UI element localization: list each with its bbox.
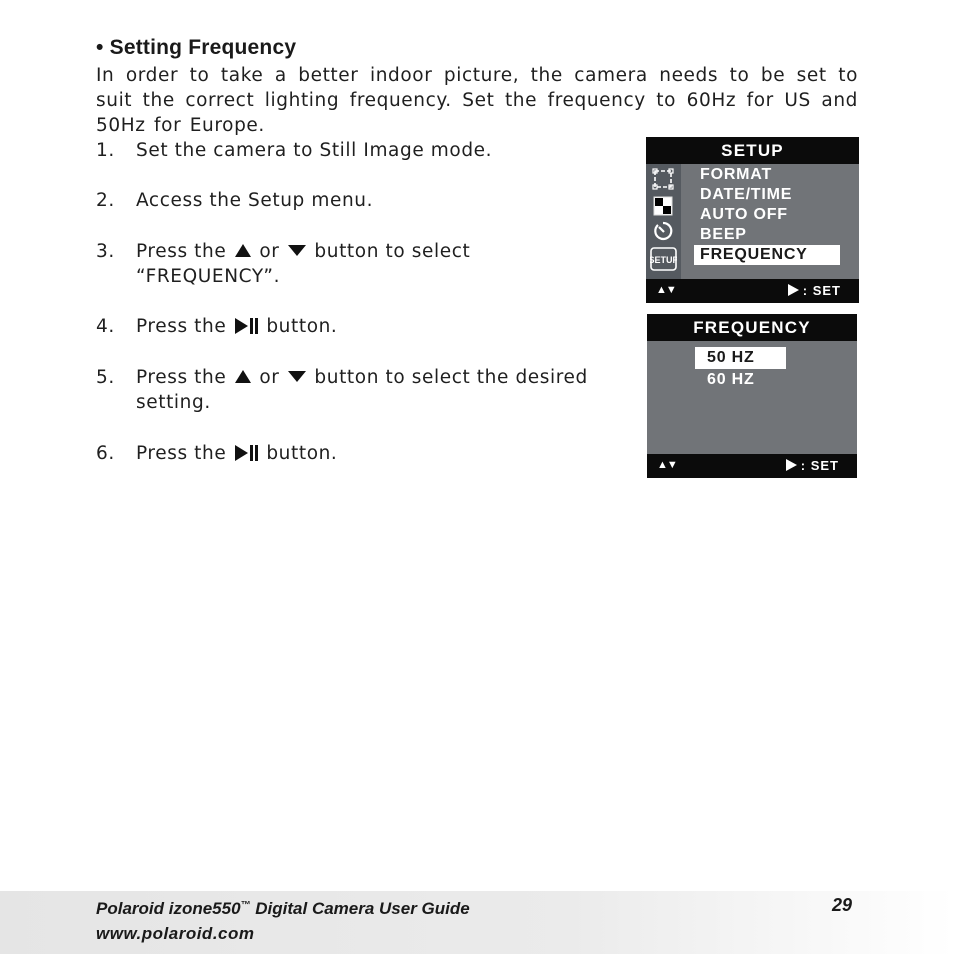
bullet: • <box>96 36 104 59</box>
setup-screen-title: SETUP <box>646 137 859 164</box>
svg-text:SETUP: SETUP <box>650 255 677 265</box>
step-text-pre: Press the <box>136 241 227 262</box>
setup-screen-footer: ▲▼ : SET <box>646 279 859 303</box>
play-icon <box>787 284 799 296</box>
frequency-screen-footer: ▲▼ : SET <box>647 454 857 478</box>
step-text-post: button. <box>266 443 338 464</box>
frequency-options: 50 HZ 60 HZ <box>695 347 786 391</box>
step-text: Set the camera to Still Image mode. <box>136 140 493 161</box>
play-icon <box>785 459 797 471</box>
step-text-pre: Press the <box>136 316 227 337</box>
setup-sidebar: SETUP <box>646 164 681 279</box>
step-number: 3. <box>96 241 115 262</box>
step-text-mid: or <box>259 367 280 388</box>
guide-title-prefix: Polaroid izone550 <box>96 899 241 918</box>
menu-item-frequency[interactable]: FREQUENCY <box>694 245 840 265</box>
menu-item-format[interactable]: FORMAT <box>694 165 844 185</box>
format-card-icon <box>652 168 674 190</box>
step-text-mid: or <box>259 241 280 262</box>
up-triangle-icon <box>234 243 251 257</box>
step-text: Press the button. <box>136 441 626 466</box>
set-label: : SET <box>800 458 839 473</box>
play-pause-icon <box>234 313 258 338</box>
frequency-menu-screen: FREQUENCY 50 HZ 60 HZ ▲▼ : SET <box>647 314 857 478</box>
step-text: Press the button. <box>136 314 626 339</box>
step-text-post: button to select the desired <box>314 367 588 388</box>
down-triangle-icon <box>287 244 306 256</box>
set-hint: : SET <box>787 283 841 298</box>
step-text-line2: setting. <box>136 392 211 413</box>
down-triangle-icon <box>287 370 306 382</box>
step-text-pre: Press the <box>136 367 227 388</box>
set-hint: : SET <box>785 458 839 473</box>
step-number: 2. <box>96 190 115 211</box>
step-text: Press the or button to select the desire… <box>136 365 626 415</box>
quality-checker-icon <box>653 196 673 216</box>
step-text-pre: Press the <box>136 443 227 464</box>
setup-menu-screen: SETUP SETUP FORMAT DATE/TIME AUTO OFF BE… <box>646 137 859 303</box>
menu-item-auto-off[interactable]: AUTO OFF <box>694 205 844 225</box>
step-number: 4. <box>96 316 115 337</box>
page-number: 29 <box>832 895 853 915</box>
timer-icon <box>654 221 673 241</box>
play-pause-icon <box>234 440 258 465</box>
setup-menu-list: FORMAT DATE/TIME AUTO OFF BEEP FREQUENCY <box>694 165 844 265</box>
menu-item-date-time[interactable]: DATE/TIME <box>694 185 844 205</box>
intro-paragraph: In order to take a better indoor picture… <box>96 65 858 136</box>
setup-icon: SETUP <box>650 247 677 271</box>
up-down-arrows-icon: ▲▼ <box>656 284 677 296</box>
page-footer: Polaroid izone550™ Digital Camera User G… <box>0 891 954 954</box>
section-title: Setting Frequency <box>109 36 297 59</box>
option-60hz[interactable]: 60 HZ <box>695 369 786 391</box>
section-heading: • Setting Frequency <box>96 36 296 60</box>
guide-title: Polaroid izone550™ Digital Camera User G… <box>96 899 470 919</box>
frequency-screen-title: FREQUENCY <box>647 314 857 341</box>
step-text-line2: “FREQUENCY”. <box>136 266 281 287</box>
up-down-arrows-icon: ▲▼ <box>657 459 678 471</box>
step-number: 6. <box>96 443 115 464</box>
menu-item-beep[interactable]: BEEP <box>694 225 844 245</box>
step-text-post: button to select <box>314 241 471 262</box>
option-50hz[interactable]: 50 HZ <box>695 347 786 369</box>
step-text: Access the Setup menu. <box>136 190 374 211</box>
up-triangle-icon <box>234 369 251 383</box>
step-number: 1. <box>96 140 115 161</box>
step-text-post: button. <box>266 316 338 337</box>
step-number: 5. <box>96 367 115 388</box>
step-text: Press the or button to select “FREQUENCY… <box>136 239 626 289</box>
set-label: : SET <box>802 283 841 298</box>
trademark: ™ <box>240 900 251 911</box>
guide-title-suffix: Digital Camera User Guide <box>250 899 470 918</box>
website-url: www.polaroid.com <box>96 924 255 943</box>
